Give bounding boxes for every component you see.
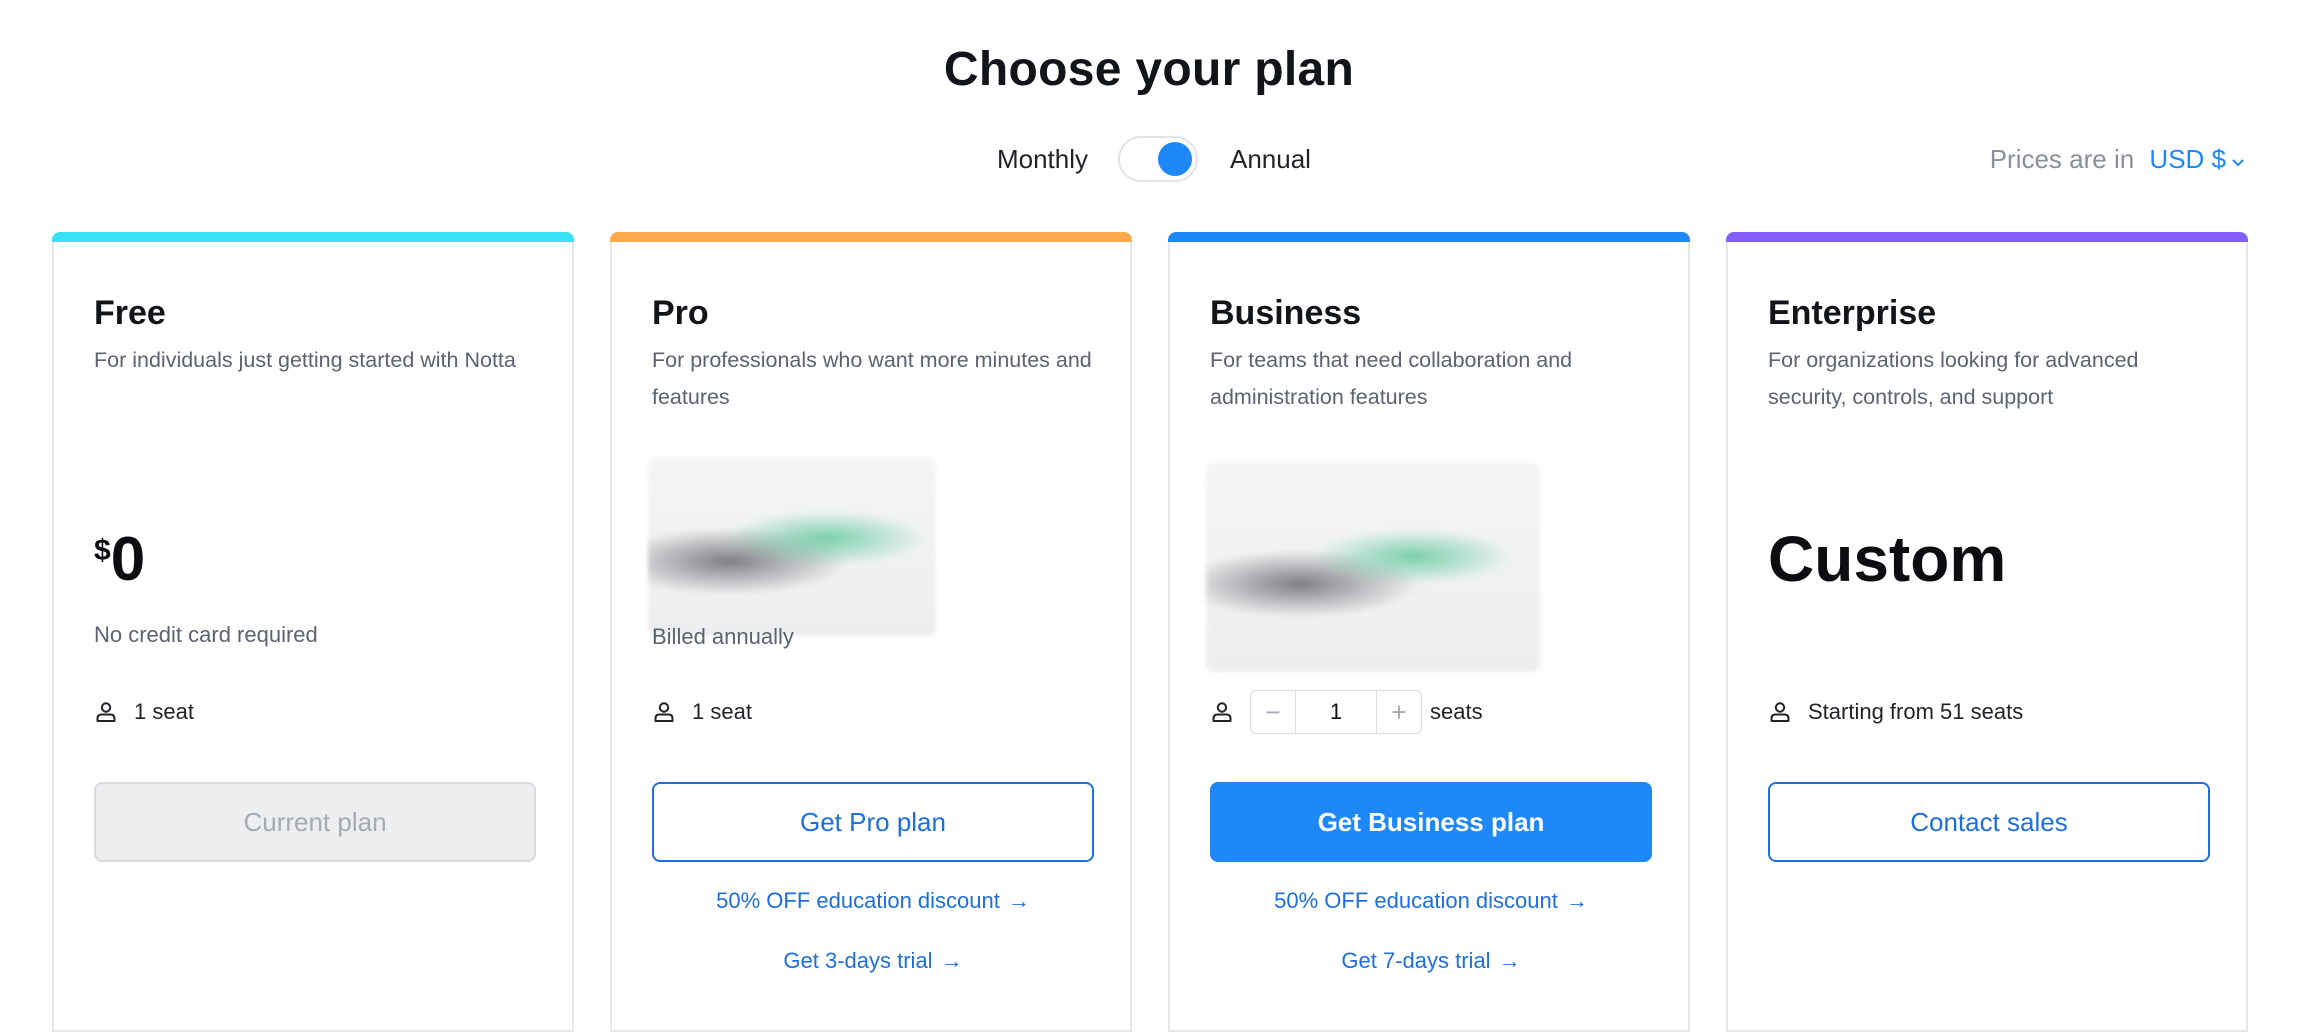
price-amount: 0: [110, 525, 146, 594]
seat-info: 1 seat: [94, 690, 194, 734]
seat-selector: − 1 + seats: [1210, 690, 1483, 734]
seat-info: Starting from 51 seats: [1768, 690, 2023, 734]
currency-prefix: Prices are in: [1989, 144, 2135, 174]
decrement-button[interactable]: −: [1251, 691, 1295, 733]
user-icon: [1768, 700, 1792, 724]
trial-link[interactable]: Get 7-days trial →: [1170, 948, 1692, 974]
education-discount-link[interactable]: 50% OFF education discount →: [612, 888, 1134, 914]
trial-link[interactable]: Get 3-days trial →: [612, 948, 1134, 974]
link-label: 50% OFF education discount: [716, 888, 1000, 913]
plan-description: For teams that need collaboration and ad…: [1210, 348, 1573, 409]
price-currency: $: [94, 534, 111, 567]
blurred-price: [1206, 462, 1540, 672]
user-icon: [652, 700, 676, 724]
plan-card-free: Free For individuals just getting starte…: [52, 232, 574, 1032]
arrow-right-icon: →: [1565, 888, 1588, 913]
increment-button[interactable]: +: [1377, 691, 1421, 733]
currency-selector: Prices are in USD $: [1990, 144, 2246, 177]
switch-knob: [1158, 142, 1192, 176]
plan-name: Enterprise: [1768, 294, 1937, 332]
plan-name: Business: [1210, 294, 1362, 332]
link-label: Get 3-days trial: [783, 948, 933, 973]
seats-label: 1 seat: [134, 699, 194, 724]
seats-label: 1 seat: [692, 699, 752, 724]
billed-note: Billed annually: [652, 624, 794, 649]
card-accent-bar: [52, 232, 574, 242]
billing-period-switch[interactable]: [1118, 136, 1198, 182]
seat-info: 1 seat: [652, 690, 752, 734]
seats-label: Starting from 51 seats: [1808, 699, 2024, 724]
arrow-right-icon: →: [1498, 948, 1521, 973]
billing-period-toggle-row: Monthly Annual: [0, 132, 2298, 188]
plan-description: For individuals just getting started wit…: [94, 348, 516, 372]
price-note: No credit card required: [94, 622, 318, 647]
currency-dropdown[interactable]: USD $: [2149, 144, 2246, 174]
user-icon: [1210, 700, 1234, 724]
link-label: 50% OFF education discount: [1274, 888, 1558, 913]
blurred-price: [648, 458, 936, 636]
plan-card-enterprise: Enterprise For organizations looking for…: [1726, 232, 2248, 1032]
card-accent-bar: [610, 232, 1132, 242]
current-plan-button[interactable]: Current plan: [94, 782, 536, 862]
plan-card-pro: Pro For professionals who want more minu…: [610, 232, 1132, 1032]
plan-card-business: Business For teams that need collaborati…: [1168, 232, 1690, 1032]
monthly-label[interactable]: Monthly: [997, 144, 1088, 175]
seat-count-input[interactable]: 1: [1295, 691, 1377, 733]
currency-value: USD $: [2149, 144, 2226, 174]
annual-label[interactable]: Annual: [1230, 144, 1311, 175]
plan-price: Custom: [1768, 523, 2007, 595]
card-accent-bar: [1168, 232, 1690, 242]
link-label: Get 7-days trial: [1341, 948, 1491, 973]
contact-sales-button[interactable]: Contact sales: [1768, 782, 2210, 862]
card-accent-bar: [1726, 232, 2248, 242]
arrow-right-icon: →: [940, 948, 963, 973]
page-title: Choose your plan: [943, 43, 1355, 96]
get-pro-plan-button[interactable]: Get Pro plan: [652, 782, 1094, 862]
seat-stepper: − 1 +: [1250, 690, 1422, 734]
plan-name: Pro: [652, 294, 709, 332]
plan-name: Free: [94, 294, 166, 332]
plan-price: $0: [94, 524, 145, 595]
user-icon: [94, 700, 118, 724]
get-business-plan-button[interactable]: Get Business plan: [1210, 782, 1652, 862]
plan-description: For organizations looking for advanced s…: [1768, 348, 2139, 409]
plan-description: For professionals who want more minutes …: [652, 348, 1092, 409]
education-discount-link[interactable]: 50% OFF education discount →: [1170, 888, 1692, 914]
arrow-right-icon: →: [1007, 888, 1030, 913]
chevron-down-icon: [2230, 146, 2246, 177]
seats-suffix: seats: [1430, 699, 1483, 724]
